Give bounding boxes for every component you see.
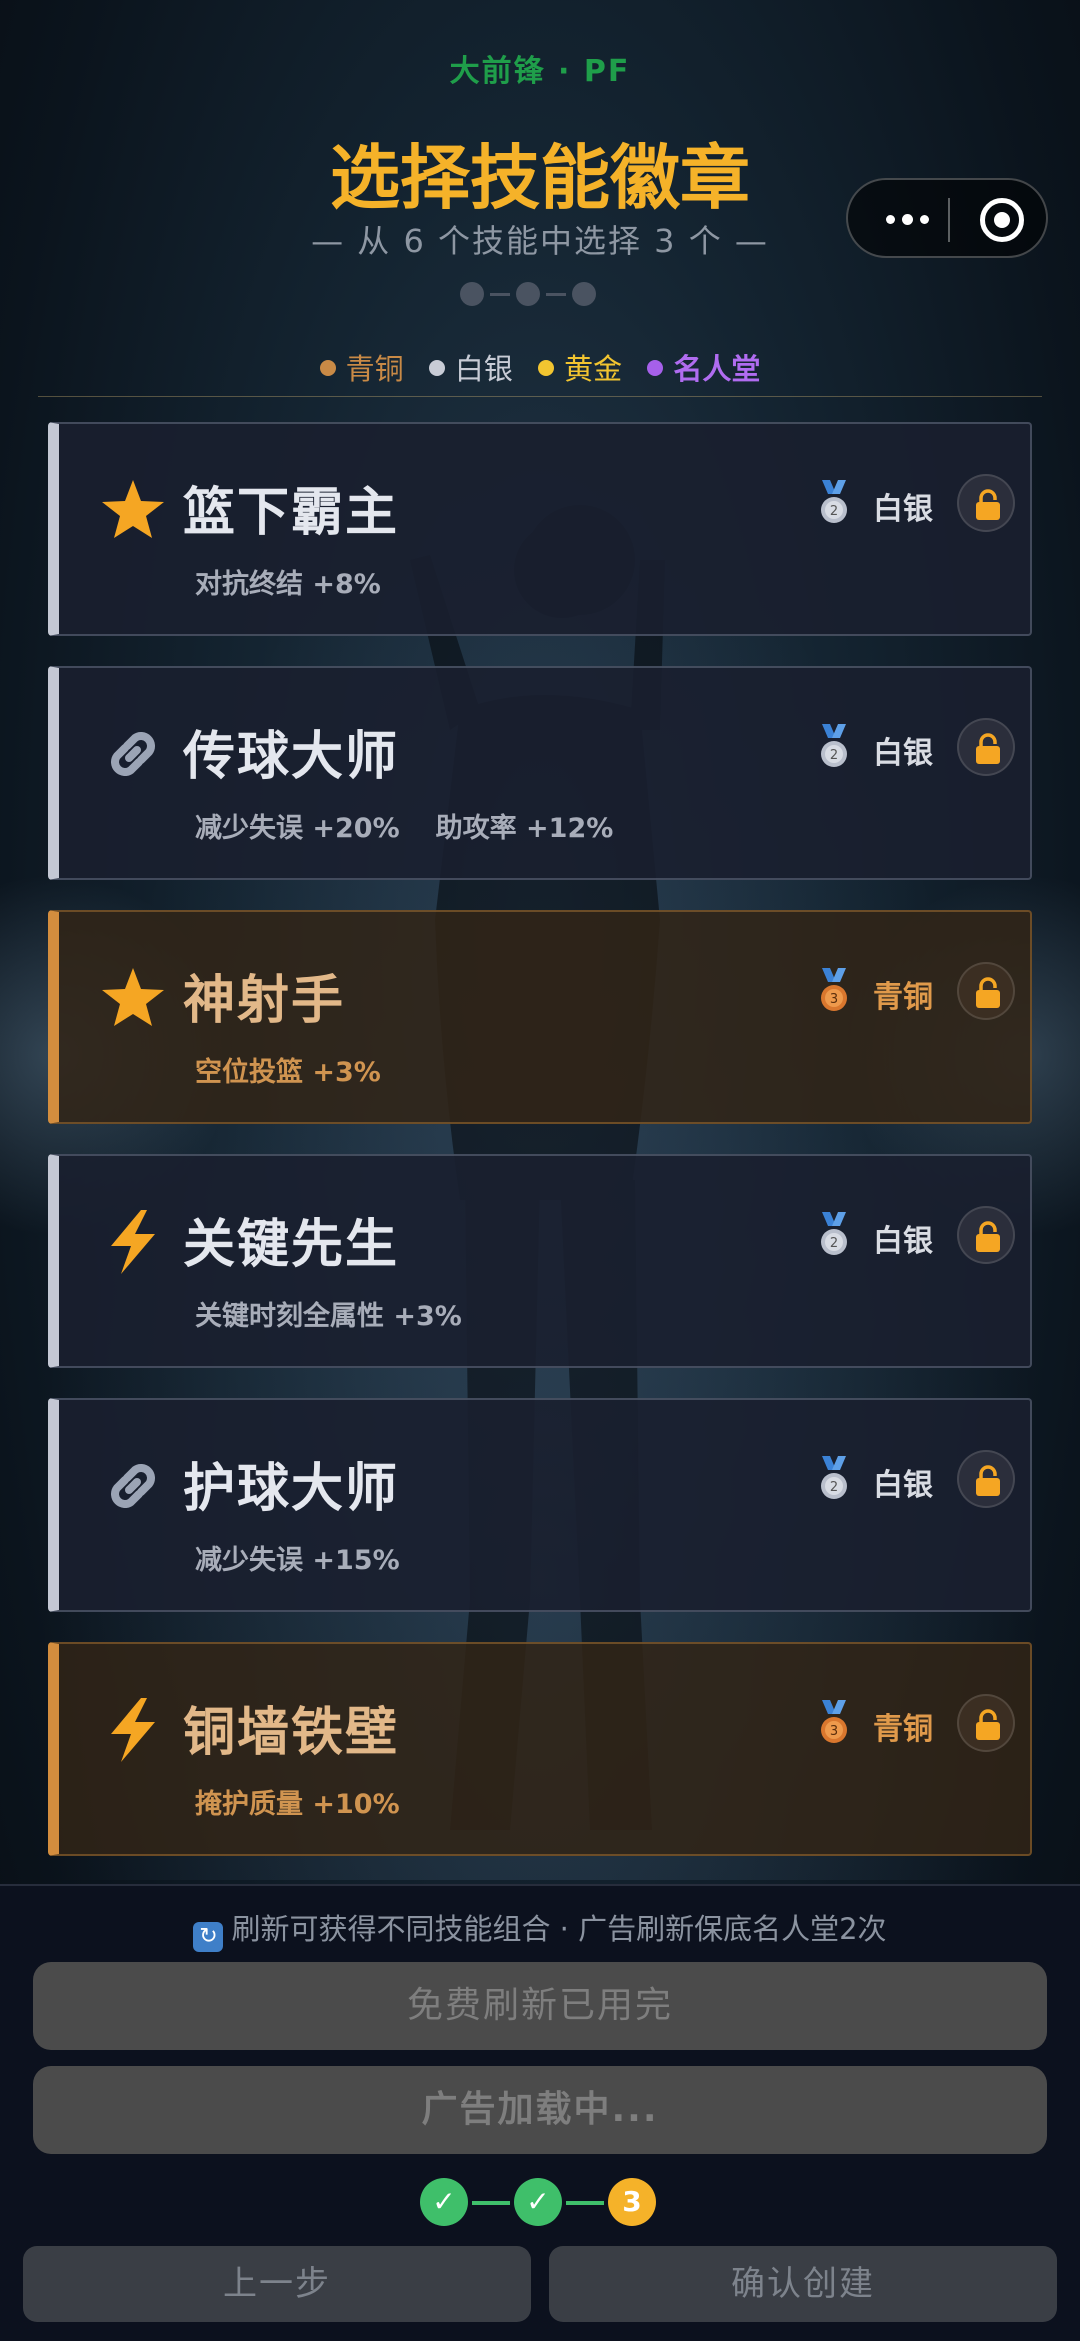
legend-dot	[428, 360, 445, 376]
skill-stat: 减少失误 +20%	[195, 813, 400, 844]
lightning-icon	[111, 1698, 155, 1762]
skill-list: 篮下霸主 对抗终结 +8% 2 白银 传球大师 减少失误 +20% 助攻率 +12…	[48, 422, 1032, 1886]
progress-line	[472, 2201, 510, 2205]
lightning-icon	[111, 1210, 155, 1274]
lock-button[interactable]	[957, 1206, 1015, 1264]
progress-line	[566, 2201, 604, 2205]
tier-label: 白银	[873, 492, 933, 527]
svg-text:2: 2	[830, 1236, 838, 1251]
create-progress: ✓ ✓ 3	[420, 2178, 660, 2228]
svg-text:3: 3	[830, 1724, 838, 1739]
skill-stats: 掩护质量 +10%	[195, 1782, 436, 1821]
legend-bronze: 青铜	[319, 346, 404, 388]
skill-card[interactable]: 关键先生 关键时刻全属性 +3% 2 白银	[48, 1154, 1032, 1368]
skill-name: 传球大师	[183, 727, 400, 787]
skill-card[interactable]: 护球大师 减少失误 +15% 2 白银	[48, 1398, 1032, 1612]
lock-icon	[976, 733, 1000, 764]
skill-stat: 助攻率 +12%	[435, 813, 614, 844]
refresh-tip: ↻ 刷新可获得不同技能组合 · 广告刷新保底名人堂2次	[0, 1906, 1080, 1952]
bronze-medal-icon: 3	[821, 1700, 847, 1743]
skill-card[interactable]: 篮下霸主 对抗终结 +8% 2 白银	[48, 422, 1032, 636]
star-icon	[102, 480, 164, 538]
target-circle-icon[interactable]	[980, 198, 1024, 242]
skill-stat: 掩护质量 +10%	[195, 1789, 400, 1820]
skill-stat: 对抗终结 +8%	[195, 569, 381, 600]
progress-step-done: ✓	[420, 2178, 468, 2226]
silver-medal-icon: 2	[821, 1456, 847, 1499]
skill-stats: 减少失误 +20% 助攻率 +12%	[195, 806, 649, 845]
star-icon	[102, 968, 164, 1026]
free-refresh-button[interactable]: 免费刷新已用完	[33, 1962, 1047, 2050]
previous-step-button[interactable]: 上一步	[23, 2246, 531, 2322]
skill-stats: 空位投篮 +3%	[195, 1050, 417, 1089]
step-dot-1	[460, 282, 484, 306]
silver-medal-icon: 2	[821, 480, 847, 523]
lock-icon	[976, 977, 1000, 1008]
header-divider	[38, 396, 1042, 397]
link-icon	[111, 1464, 155, 1508]
progress-step-current: 3	[608, 2178, 656, 2226]
tier-label: 青铜	[873, 980, 933, 1015]
step-dot-2	[516, 282, 540, 306]
legend-hall-of-fame: 名人堂	[647, 346, 760, 388]
step-dot-3	[572, 282, 596, 306]
skill-name: 铜墙铁壁	[183, 1703, 400, 1763]
link-icon	[111, 732, 155, 776]
skill-stats: 关键时刻全属性 +3%	[195, 1294, 498, 1333]
skill-card[interactable]: 神射手 空位投篮 +3% 3 青铜	[48, 910, 1032, 1124]
skill-stat: 空位投篮 +3%	[195, 1057, 381, 1088]
skill-stat: 关键时刻全属性 +3%	[195, 1301, 462, 1332]
step-line	[546, 293, 566, 296]
skill-name: 篮下霸主	[183, 483, 400, 543]
lock-icon	[976, 489, 1000, 520]
refresh-icon: ↻	[193, 1922, 224, 1952]
mini-program-capsule	[846, 178, 1048, 258]
svg-text:2: 2	[830, 1480, 838, 1495]
progress-step-done: ✓	[514, 2178, 562, 2226]
tier-label: 白银	[873, 1224, 933, 1259]
lock-icon	[976, 1221, 1000, 1252]
bottom-panel: ↻ 刷新可获得不同技能组合 · 广告刷新保底名人堂2次 免费刷新已用完 广告加载中…	[0, 1884, 1080, 2341]
step-line	[490, 293, 510, 296]
skill-name: 护球大师	[183, 1459, 400, 1519]
lock-button[interactable]	[957, 1450, 1015, 1508]
lock-button[interactable]	[957, 1694, 1015, 1752]
confirm-create-button[interactable]: 确认创建	[549, 2246, 1057, 2322]
silver-medal-icon: 2	[821, 1212, 847, 1255]
legend-gold: 黄金	[538, 346, 622, 388]
bronze-medal-icon: 3	[821, 968, 847, 1011]
tier-label: 白银	[873, 1468, 933, 1503]
skill-stats: 减少失误 +15%	[195, 1538, 436, 1577]
svg-text:3: 3	[830, 992, 838, 1007]
skill-name: 神射手	[183, 971, 346, 1031]
lock-icon	[976, 1709, 1000, 1740]
tier-legend: 青铜 白银 黄金 名人堂	[0, 346, 1080, 388]
refresh-tip-text: 刷新可获得不同技能组合 · 广告刷新保底名人堂2次	[231, 1912, 887, 1946]
lock-icon	[976, 1465, 1000, 1496]
skill-card[interactable]: 铜墙铁壁 掩护质量 +10% 3 青铜	[48, 1642, 1032, 1856]
page-header: 大前锋 · PF 选择技能徽章 — 从 6 个技能中选择 3 个 — 青铜 白银…	[0, 0, 1080, 400]
capsule-divider	[948, 198, 950, 242]
legend-dot	[319, 360, 336, 376]
legend-dot	[647, 360, 664, 376]
ad-refresh-button[interactable]: 广告加载中...	[33, 2066, 1047, 2154]
svg-text:2: 2	[830, 504, 838, 519]
skill-stat: 减少失误 +15%	[195, 1545, 400, 1576]
more-dots-icon[interactable]	[878, 204, 938, 234]
svg-text:2: 2	[830, 748, 838, 763]
step-indicator	[460, 280, 620, 308]
skill-stats: 对抗终结 +8%	[195, 562, 417, 601]
legend-dot	[538, 360, 555, 376]
tier-label: 白银	[873, 736, 933, 771]
silver-medal-icon: 2	[821, 724, 847, 767]
lock-button[interactable]	[957, 962, 1015, 1020]
lock-button[interactable]	[957, 718, 1015, 776]
lock-button[interactable]	[957, 474, 1015, 532]
tier-label: 青铜	[873, 1712, 933, 1747]
legend-silver: 白银	[428, 346, 513, 388]
skill-name: 关键先生	[183, 1215, 400, 1275]
skill-card[interactable]: 传球大师 减少失误 +20% 助攻率 +12% 2 白银	[48, 666, 1032, 880]
position-label: 大前锋 · PF	[449, 54, 631, 89]
